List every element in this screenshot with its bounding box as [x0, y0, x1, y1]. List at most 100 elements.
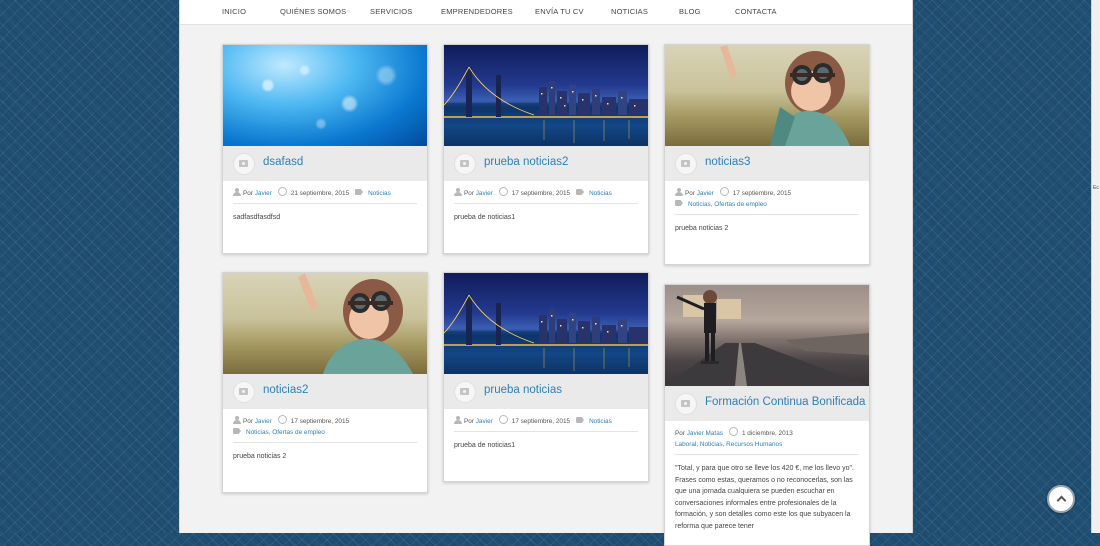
user-icon [454, 188, 462, 196]
post-title-bar: noticias3 [665, 146, 869, 181]
post-excerpt: prueba noticias 2 [233, 453, 287, 460]
post-title[interactable]: noticias2 [263, 384, 308, 396]
post-excerpt: prueba de noticias1 [454, 442, 516, 449]
user-icon [233, 416, 241, 424]
post-meta: Por Javier 17 septiembre, 2015 Noticias [444, 409, 648, 427]
post-date: 17 septiembre, 2015 [511, 418, 571, 425]
post-by: Por [243, 418, 253, 425]
clock-icon [728, 427, 738, 436]
camera-icon [675, 153, 697, 175]
post-meta: Por Javier 17 septiembre, 2015 Noticias, … [665, 181, 869, 210]
post-author[interactable]: Javier [255, 418, 272, 425]
post-author[interactable]: Javier [255, 190, 272, 197]
camera-icon [233, 381, 255, 403]
post-by: Por [243, 190, 253, 197]
post-image[interactable] [665, 285, 869, 386]
post-excerpt: "Total, y para que otro se lleve los 420… [675, 465, 854, 530]
bridge-illustration [444, 294, 648, 374]
post-date: 21 septiembre, 2015 [290, 190, 350, 197]
nav-item-emprendedores[interactable]: EMPRENDEDORES [441, 7, 513, 16]
post-excerpt: prueba de noticias1 [454, 214, 516, 221]
camera-icon [454, 153, 476, 175]
post-categories[interactable]: Noticias [368, 190, 391, 197]
post-card: Formación Continua Bonificada Por Javier… [664, 284, 870, 546]
post-by: Por [464, 418, 474, 425]
post-card: noticias2 Por Javier 17 septiembre, 2015 … [222, 272, 428, 493]
side-panel-label: Ec [1093, 185, 1099, 191]
tag-icon [233, 428, 241, 434]
clock-icon [277, 415, 287, 424]
user-icon [454, 416, 462, 424]
post-image[interactable] [444, 273, 648, 374]
child-wings-road-illustration [665, 290, 869, 386]
clock-icon [498, 415, 508, 424]
post-title[interactable]: noticias3 [705, 156, 750, 168]
post-categories[interactable]: Laboral, Noticias, Recursos Humanos [675, 441, 782, 448]
nav-item-noticias[interactable]: NOTICIAS [611, 7, 648, 16]
child-aviator-illustration [720, 45, 850, 146]
camera-icon [675, 393, 697, 415]
nav-item-quienes-somos[interactable]: QUIÉNES SOMOS [280, 7, 346, 16]
post-title-bar: prueba noticias2 [444, 146, 648, 181]
post-excerpt: sadfasdfasdfsd [233, 214, 281, 221]
post-meta: Por Javier Matas 1 diciembre, 2013 Labora… [665, 421, 869, 450]
post-date: 17 septiembre, 2015 [511, 190, 571, 197]
post-categories[interactable]: Noticias, Ofertas de empleo [246, 429, 325, 436]
post-author[interactable]: Javier [697, 190, 714, 197]
chevron-up-icon[interactable] [1047, 485, 1075, 513]
post-card: noticias3 Por Javier 17 septiembre, 2015 … [664, 44, 870, 265]
post-card: dsafasd Por Javier 21 septiembre, 2015 Not… [222, 44, 428, 254]
post-image[interactable] [223, 45, 427, 146]
post-title-bar: Formación Continua Bonificada [665, 386, 869, 421]
user-icon [233, 188, 241, 196]
tag-icon [576, 417, 585, 423]
post-meta: Por Javier 17 septiembre, 2015 Noticias, … [223, 409, 427, 438]
post-categories[interactable]: Noticias, Ofertas de empleo [688, 201, 767, 208]
post-categories[interactable]: Noticias [589, 190, 612, 197]
nav-item-envia-tu-cv[interactable]: ENVÍA TU CV [535, 7, 584, 16]
post-date: 1 diciembre, 2013 [741, 430, 793, 437]
camera-icon [233, 153, 255, 175]
post-title-bar: noticias2 [223, 374, 427, 409]
post-meta: Por Javier 17 septiembre, 2015 Noticias [444, 181, 648, 199]
tag-icon [355, 189, 364, 195]
post-title[interactable]: Formación Continua Bonificada [705, 396, 865, 408]
page-container: INICIO QUIÉNES SOMOS SERVICIOS EMPRENDED… [179, 0, 913, 546]
side-panel-strip [1091, 0, 1100, 533]
tag-icon [576, 189, 585, 195]
post-author[interactable]: Javier [476, 418, 493, 425]
nav-item-inicio[interactable]: INICIO [222, 7, 246, 16]
post-title[interactable]: prueba noticias [484, 384, 562, 396]
post-title[interactable]: prueba noticias2 [484, 156, 568, 168]
bridge-illustration [444, 66, 648, 146]
main-nav: INICIO QUIÉNES SOMOS SERVICIOS EMPRENDED… [180, 0, 912, 25]
post-image[interactable] [444, 45, 648, 146]
child-aviator-illustration [298, 273, 413, 374]
post-meta: Por Javier 21 septiembre, 2015 Noticias [223, 181, 427, 199]
post-by: Por [685, 190, 695, 197]
post-date: 17 septiembre, 2015 [290, 418, 350, 425]
post-by: Por [464, 190, 474, 197]
post-author[interactable]: Javier Matas [687, 430, 723, 437]
camera-icon [454, 381, 476, 403]
clock-icon [719, 187, 729, 196]
post-card: prueba noticias2 Por Javier 17 septiembre… [443, 44, 649, 254]
post-title-bar: prueba noticias [444, 374, 648, 409]
clock-icon [498, 187, 508, 196]
user-icon [675, 188, 683, 196]
nav-item-servicios[interactable]: SERVICIOS [370, 7, 413, 16]
post-excerpt: prueba noticias 2 [675, 225, 729, 232]
post-image[interactable] [665, 45, 869, 146]
post-card: prueba noticias Por Javier 17 septiembre,… [443, 272, 649, 482]
post-title[interactable]: dsafasd [263, 156, 303, 168]
nav-item-blog[interactable]: BLOG [679, 7, 701, 16]
clock-icon [277, 187, 287, 196]
post-author[interactable]: Javier [476, 190, 493, 197]
nav-item-contacta[interactable]: CONTACTA [735, 7, 777, 16]
post-title-bar: dsafasd [223, 146, 427, 181]
post-date: 17 septiembre, 2015 [732, 190, 792, 197]
post-image[interactable] [223, 273, 427, 374]
tag-icon [675, 200, 683, 206]
post-categories[interactable]: Noticias [589, 418, 612, 425]
post-by: Por [675, 430, 685, 437]
